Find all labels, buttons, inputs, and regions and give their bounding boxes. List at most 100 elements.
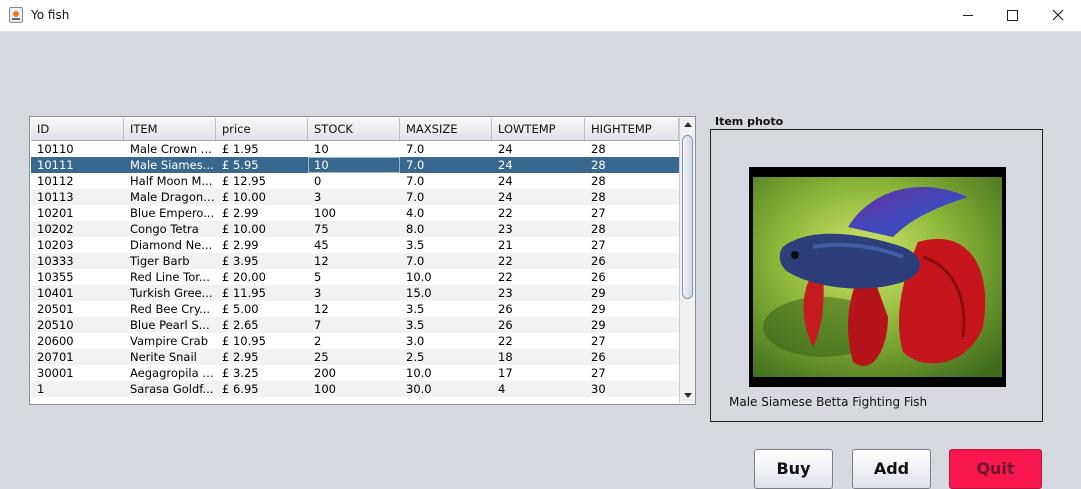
column-header[interactable]: LOWTEMP <box>492 118 585 140</box>
table-cell[interactable]: 27 <box>585 333 679 349</box>
table-cell[interactable]: 200 <box>308 365 400 381</box>
table-cell[interactable]: 8.0 <box>400 221 492 237</box>
table-cell[interactable]: Red Line Tor... <box>124 269 216 285</box>
table-cell[interactable]: 29 <box>585 301 679 317</box>
maximize-icon[interactable] <box>989 0 1035 31</box>
table-cell[interactable]: 21 <box>492 237 585 253</box>
table-cell[interactable]: 12 <box>308 253 400 269</box>
table-cell[interactable]: Half Moon M... <box>124 173 216 189</box>
table-cell[interactable]: £ 3.95 <box>216 253 308 269</box>
table-cell[interactable]: 24 <box>492 157 585 173</box>
table-cell[interactable]: 20701 <box>31 349 124 365</box>
table-cell[interactable]: 26 <box>492 301 585 317</box>
column-header[interactable]: STOCK <box>308 118 400 140</box>
column-header[interactable]: ITEM <box>124 118 216 140</box>
table-cell[interactable]: Vampire Crab <box>124 333 216 349</box>
table-cell[interactable]: £ 5.95 <box>216 157 308 173</box>
table-cell[interactable]: 24 <box>492 189 585 205</box>
table-cell[interactable]: £ 12.95 <box>216 173 308 189</box>
table-cell[interactable]: 28 <box>585 189 679 205</box>
close-icon[interactable] <box>1035 0 1081 31</box>
table-cell[interactable]: 3.5 <box>400 301 492 317</box>
table-cell[interactable]: 45 <box>308 237 400 253</box>
column-header[interactable]: HIGHTEMP <box>585 118 679 140</box>
table-cell[interactable]: Aegagropila l... <box>124 365 216 381</box>
table-cell[interactable]: 28 <box>585 173 679 189</box>
table-cell[interactable]: 27 <box>585 205 679 221</box>
table-cell[interactable]: 30.0 <box>400 381 492 397</box>
table-cell[interactable]: 29 <box>585 285 679 301</box>
table-cell[interactable]: 22 <box>492 253 585 269</box>
table-cell[interactable]: 3 <box>308 189 400 205</box>
table-row[interactable]: 10401 Turkish Gree... £ 11.95 3 15.0 23 29 <box>31 285 679 301</box>
table-cell[interactable]: 28 <box>585 157 679 173</box>
table-row[interactable]: 20701 Nerite Snail £ 2.95 25 2.5 18 26 <box>31 349 679 365</box>
table-cell[interactable]: 20510 <box>31 317 124 333</box>
table-row[interactable]: 10202 Congo Tetra £ 10.00 75 8.0 23 28 <box>31 221 679 237</box>
table-cell[interactable]: 29 <box>585 317 679 333</box>
table-cell[interactable]: 10 <box>308 157 400 173</box>
table-cell[interactable]: 20501 <box>31 301 124 317</box>
table-cell[interactable]: £ 1.95 <box>216 141 308 157</box>
table-cell[interactable]: 18 <box>492 349 585 365</box>
table-cell[interactable]: 10110 <box>31 141 124 157</box>
buy-button[interactable]: Buy <box>754 449 833 489</box>
table-row[interactable]: 10110 Male Crown ... £ 1.95 10 7.0 24 28 <box>31 141 679 157</box>
table-cell[interactable]: 30001 <box>31 365 124 381</box>
table-cell[interactable]: 12 <box>308 301 400 317</box>
table-cell[interactable]: £ 6.95 <box>216 381 308 397</box>
table-row[interactable]: 20510 Blue Pearl S... £ 2.65 7 3.5 26 29 <box>31 317 679 333</box>
table-cell[interactable]: Turkish Gree... <box>124 285 216 301</box>
table-row[interactable]: 20501 Red Bee Cry... £ 5.00 12 3.5 26 29 <box>31 301 679 317</box>
table-cell[interactable]: 10333 <box>31 253 124 269</box>
table-cell[interactable]: 10.0 <box>400 365 492 381</box>
table-cell[interactable]: 28 <box>585 141 679 157</box>
table-cell[interactable]: 23 <box>492 285 585 301</box>
table-cell[interactable]: 17 <box>492 365 585 381</box>
table-cell[interactable]: 7 <box>308 317 400 333</box>
scroll-down-icon[interactable] <box>680 389 695 403</box>
table-cell[interactable]: 1 <box>31 381 124 397</box>
table-cell[interactable]: Blue Pearl S... <box>124 317 216 333</box>
table-cell[interactable]: Red Bee Cry... <box>124 301 216 317</box>
column-header[interactable]: ID <box>31 118 124 140</box>
table-cell[interactable]: 2 <box>308 333 400 349</box>
table-cell[interactable]: Sarasa Goldf... <box>124 381 216 397</box>
table-cell[interactable]: £ 3.25 <box>216 365 308 381</box>
table-cell[interactable]: 7.0 <box>400 157 492 173</box>
add-button[interactable]: Add <box>852 449 931 489</box>
table-cell[interactable]: 75 <box>308 221 400 237</box>
table-cell[interactable]: 22 <box>492 205 585 221</box>
table-cell[interactable]: £ 10.95 <box>216 333 308 349</box>
table-cell[interactable]: 24 <box>492 173 585 189</box>
table-cell[interactable]: 26 <box>585 269 679 285</box>
table-cell[interactable]: 10.0 <box>400 269 492 285</box>
table-cell[interactable]: £ 2.99 <box>216 205 308 221</box>
table-row[interactable]: 10333 Tiger Barb £ 3.95 12 7.0 22 26 <box>31 253 679 269</box>
table-cell[interactable]: 7.0 <box>400 189 492 205</box>
table-cell[interactable]: 27 <box>585 365 679 381</box>
table-row[interactable]: 30001 Aegagropila l... £ 3.25 200 10.0 17 27 <box>31 365 679 381</box>
table-cell[interactable]: 27 <box>585 237 679 253</box>
table-cell[interactable]: £ 2.99 <box>216 237 308 253</box>
quit-button[interactable]: Quit <box>949 449 1042 489</box>
table-cell[interactable]: 10112 <box>31 173 124 189</box>
table-cell[interactable]: Male Crown ... <box>124 141 216 157</box>
table-cell[interactable]: 7.0 <box>400 173 492 189</box>
table-cell[interactable]: 28 <box>585 221 679 237</box>
table-cell[interactable]: 4.0 <box>400 205 492 221</box>
table-cell[interactable]: Male Siames... <box>124 157 216 173</box>
table-cell[interactable]: 26 <box>492 317 585 333</box>
table-cell[interactable]: 10201 <box>31 205 124 221</box>
table-cell[interactable]: Male Dragon ... <box>124 189 216 205</box>
table-cell[interactable]: £ 11.95 <box>216 285 308 301</box>
table-cell[interactable]: 15.0 <box>400 285 492 301</box>
table-cell[interactable]: 10111 <box>31 157 124 173</box>
scrollbar-thumb[interactable] <box>682 135 693 299</box>
column-header[interactable]: MAXSIZE <box>400 118 492 140</box>
table-cell[interactable]: 4 <box>492 381 585 397</box>
table-row[interactable]: 10355 Red Line Tor... £ 20.00 5 10.0 22 26 <box>31 269 679 285</box>
table-cell[interactable]: 30 <box>585 381 679 397</box>
table-cell[interactable]: 23 <box>492 221 585 237</box>
table-cell[interactable]: 7.0 <box>400 141 492 157</box>
